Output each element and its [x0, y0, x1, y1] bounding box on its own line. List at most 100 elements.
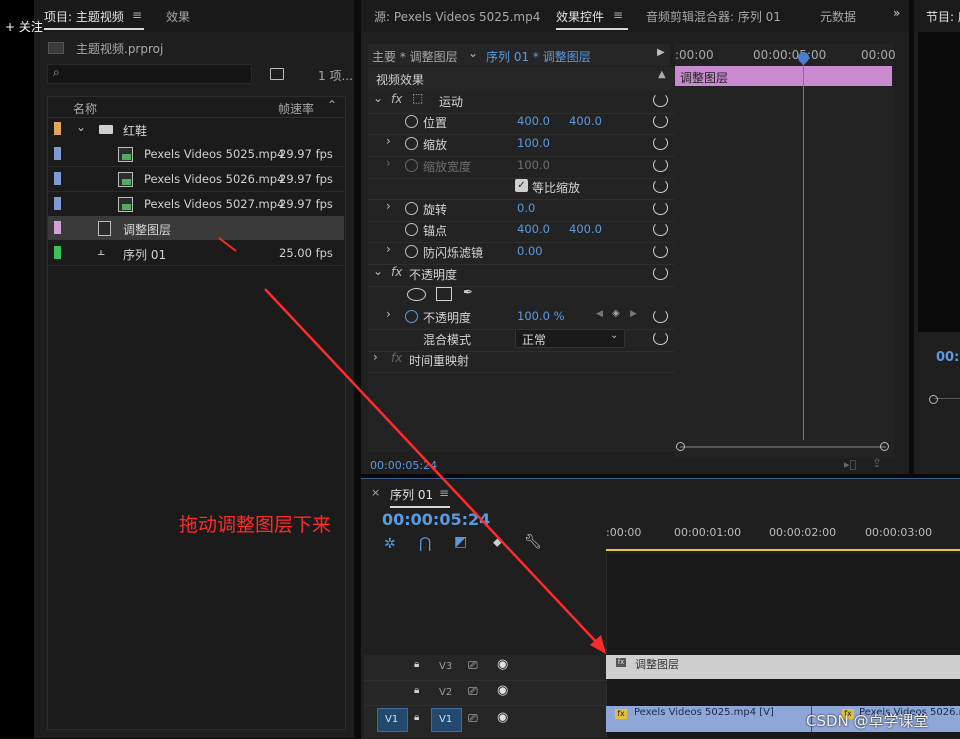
close-icon[interactable]: × [371, 486, 380, 499]
sort-chevron-icon[interactable]: ⌃ [327, 98, 337, 112]
next-keyframe-icon[interactable]: ▶ [630, 309, 637, 319]
expand-chevron-icon[interactable]: ⌄ [373, 264, 383, 278]
reset-icon[interactable] [653, 158, 668, 172]
timeline-tab[interactable]: 序列 01 [390, 486, 433, 503]
tab-metadata[interactable]: 元数据 [820, 8, 856, 25]
effect-time-remap[interactable]: › fx 时间重映射 [368, 348, 674, 373]
new-bin-icon[interactable] [270, 68, 284, 80]
snap-icon[interactable]: ✲ [384, 536, 396, 552]
ec-scrollbar[interactable] [676, 442, 889, 451]
ec-clip-bar[interactable]: 调整图层 [675, 66, 892, 86]
play-arrow-icon[interactable]: ▶ [657, 47, 665, 58]
value[interactable]: 0.0 [517, 201, 535, 215]
eye-icon[interactable]: ◉ [497, 657, 508, 672]
collapse-icon[interactable]: ▲ [658, 69, 666, 80]
panel-menu-icon[interactable]: ≡ [613, 8, 623, 22]
reset-icon[interactable] [653, 114, 668, 128]
sequence-clip-label[interactable]: 序列 01 * 调整图层 [486, 48, 591, 65]
sync-lock-icon[interactable]: ⎚ [468, 711, 478, 726]
uniform-scale-checkbox[interactable]: ✓ [515, 179, 528, 192]
value[interactable]: 100.0 [517, 136, 550, 150]
fx-icon[interactable]: fx [391, 92, 402, 106]
stopwatch-icon[interactable] [405, 223, 418, 236]
marker-icon[interactable]: ⬥ [493, 535, 501, 550]
filter-icon[interactable]: ▸⃒ [844, 458, 856, 471]
prev-keyframe-icon[interactable]: ◀ [596, 309, 603, 319]
list-item-selected[interactable]: 调整图层 [48, 216, 344, 240]
tab-effect-controls[interactable]: 效果控件 [556, 8, 604, 25]
ec-current-time[interactable]: 00:00:05:24 [370, 459, 437, 472]
track-name[interactable]: V2 [439, 687, 452, 698]
lock-icon[interactable]: 🔒︎ [414, 685, 419, 696]
eye-icon[interactable]: ◉ [497, 683, 508, 698]
list-item[interactable]: ⫠ 序列 01 25.00 fps [48, 241, 344, 266]
panel-menu-icon[interactable]: ≡ [132, 8, 142, 22]
search-input[interactable]: ⌕ [47, 64, 252, 84]
rectangle-mask-icon[interactable] [436, 287, 452, 301]
expand-chevron-icon[interactable]: › [373, 350, 378, 364]
pen-mask-icon[interactable]: ✒ [463, 285, 473, 299]
stopwatch-icon[interactable] [405, 115, 418, 128]
overflow-icon[interactable]: » [893, 6, 900, 20]
stopwatch-icon[interactable] [405, 137, 418, 150]
expand-chevron-icon[interactable]: › [386, 307, 391, 321]
panel-menu-icon[interactable]: ≡ [439, 486, 449, 500]
reset-icon[interactable] [653, 309, 668, 323]
expand-chevron-icon[interactable]: › [386, 156, 391, 170]
track-target-v1[interactable]: V1 [431, 708, 462, 732]
master-clip-label[interactable]: 主要 * 调整图层 [372, 48, 458, 65]
clip-adjustment-layer[interactable]: fx 调整图层 [606, 655, 960, 679]
program-timecode[interactable]: 00: [936, 350, 959, 365]
stopwatch-active-icon[interactable] [405, 310, 418, 323]
list-item[interactable]: Pexels Videos 5027.mp4 29.97 fps [48, 192, 344, 216]
tab-audio-mixer[interactable]: 音频剪辑混合器: 序列 01 [646, 8, 781, 25]
eye-icon[interactable]: ◉ [497, 710, 508, 725]
ellipse-mask-icon[interactable] [407, 288, 426, 301]
expand-chevron-icon[interactable]: › [386, 134, 391, 148]
reset-icon[interactable] [653, 93, 668, 107]
value-y[interactable]: 400.0 [569, 114, 602, 128]
linked-selection-icon[interactable]: ⋂ [419, 534, 431, 552]
scroll-handle-right[interactable] [880, 442, 889, 451]
reset-icon[interactable] [653, 266, 668, 280]
add-marker-icon[interactable]: ◩ [454, 534, 467, 550]
lock-icon[interactable]: 🔒︎ [414, 659, 419, 670]
add-keyframe-icon[interactable]: ◈ [612, 308, 620, 319]
value[interactable]: 100.0 % [517, 309, 565, 323]
reset-icon[interactable] [653, 179, 668, 193]
expand-chevron-icon[interactable]: › [386, 199, 391, 213]
follow-button[interactable]: + 关注 [5, 18, 43, 35]
dropdown-chevron-icon[interactable]: ⌄ [468, 46, 478, 60]
reset-icon[interactable] [653, 331, 668, 345]
tab-effects[interactable]: 效果 [166, 8, 190, 25]
timeline-ruler[interactable]: :00:00 00:00:01:00 00:00:02:00 00:00:03:… [606, 520, 960, 554]
lock-icon[interactable]: 🔒︎ [414, 712, 419, 723]
value-x[interactable]: 400.0 [517, 222, 550, 236]
tab-project[interactable]: 项目: 主题视频 [44, 8, 124, 25]
sync-lock-icon[interactable]: ⎚ [468, 658, 478, 673]
value[interactable]: 0.00 [517, 244, 543, 258]
value-x[interactable]: 400.0 [517, 114, 550, 128]
col-fps[interactable]: 帧速率 [278, 100, 314, 117]
program-title[interactable]: 节目: 序 [926, 8, 960, 25]
timeline-timecode[interactable]: 00:00:05:24 [382, 510, 490, 529]
track-name[interactable]: V3 [439, 661, 452, 672]
scroll-handle-left[interactable] [676, 442, 685, 451]
stopwatch-icon[interactable] [405, 202, 418, 215]
reset-icon[interactable] [653, 244, 668, 258]
stopwatch-icon[interactable] [405, 245, 418, 258]
expand-chevron-icon[interactable]: ⌄ [76, 120, 86, 134]
list-item[interactable]: Pexels Videos 5025.mp4 29.97 fps [48, 142, 344, 167]
blend-mode-select[interactable]: 正常 ⌄ [515, 329, 625, 348]
col-name[interactable]: 名称 [73, 100, 97, 117]
export-icon[interactable]: ⇪ [872, 456, 882, 470]
tab-source[interactable]: 源: Pexels Videos 5025.mp4 [374, 8, 540, 25]
reset-icon[interactable] [653, 136, 668, 150]
wrench-icon[interactable]: 🔧︎ [524, 534, 542, 550]
program-scrub-handle[interactable] [929, 395, 938, 404]
expand-chevron-icon[interactable]: › [386, 242, 391, 256]
work-area-bar[interactable] [606, 549, 960, 551]
fx-icon[interactable]: fx [391, 265, 402, 279]
expand-chevron-icon[interactable]: ⌄ [373, 91, 383, 105]
value-y[interactable]: 400.0 [569, 222, 602, 236]
